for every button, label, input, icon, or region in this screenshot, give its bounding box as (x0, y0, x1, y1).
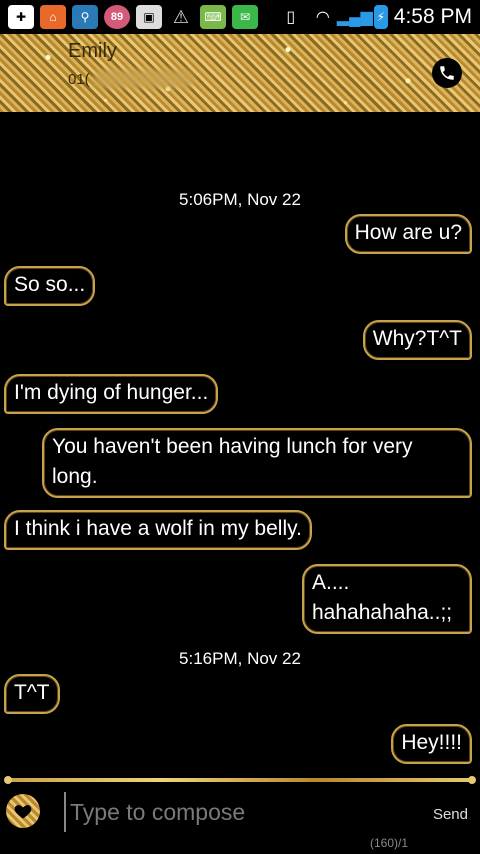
usb-icon: ⚲ (72, 5, 98, 29)
battery-icon: ⚡ (373, 5, 388, 29)
home-app-icon: ⌂ (40, 5, 66, 29)
incoming-message[interactable]: I think i have a wolf in my belly. (4, 510, 312, 550)
add-icon: ✚ (8, 5, 34, 29)
heart-icon (14, 805, 32, 819)
send-button[interactable]: Send (433, 806, 468, 823)
wifi-icon: ◠ (316, 9, 329, 26)
timestamp: 5:06PM, Nov 22 (179, 190, 301, 209)
redacted-number (93, 70, 194, 88)
signal-icon: ▂▄▆ (336, 9, 373, 26)
image-icon: ▣ (136, 5, 162, 29)
message-list[interactable]: 5:06PM, Nov 22 How are u? So so... Why?T… (0, 112, 480, 772)
call-button[interactable] (432, 58, 462, 88)
contact-number: 01( (68, 70, 194, 88)
outgoing-message[interactable]: Hey!!!! (391, 724, 472, 764)
status-time: 4:58 PM (393, 5, 472, 28)
vibrate-icon: ▯ (286, 9, 296, 26)
outgoing-message[interactable]: Why?T^T (362, 320, 472, 360)
incoming-message[interactable]: I'm dying of hunger... (4, 374, 219, 414)
status-bar: ✚ ⌂ ⚲ 89 ▣ ⚠ ⌨ ✉ ▯ ◠ ▂▄▆ ⚡ 4:58 PM (0, 0, 480, 34)
message-icon: ✉ (232, 5, 258, 29)
character-counter: (160)/1 (370, 836, 409, 850)
conversation-header: Emily 01( (0, 34, 480, 112)
incoming-message[interactable]: So so... (4, 266, 96, 306)
outgoing-message[interactable]: How are u? (344, 214, 472, 254)
compose-divider (4, 776, 476, 784)
keyboard-icon: ⌨ (200, 5, 226, 29)
phone-icon (440, 66, 454, 80)
compose-input[interactable] (64, 792, 404, 832)
outgoing-message[interactable]: You haven't been having lunch for very l… (42, 428, 472, 498)
emoji-button[interactable] (6, 794, 40, 828)
compose-bar: Send (160)/1 (0, 786, 480, 854)
incoming-message[interactable]: T^T (4, 674, 60, 714)
warning-icon: ⚠ (172, 6, 190, 27)
timestamp: 5:16PM, Nov 22 (179, 649, 301, 668)
notification-count-badge: 89 (104, 5, 130, 29)
outgoing-message[interactable]: A.... hahahahaha..;; (302, 564, 472, 634)
contact-number-text: 01( (68, 70, 90, 88)
contact-name[interactable]: Emily (68, 40, 117, 63)
